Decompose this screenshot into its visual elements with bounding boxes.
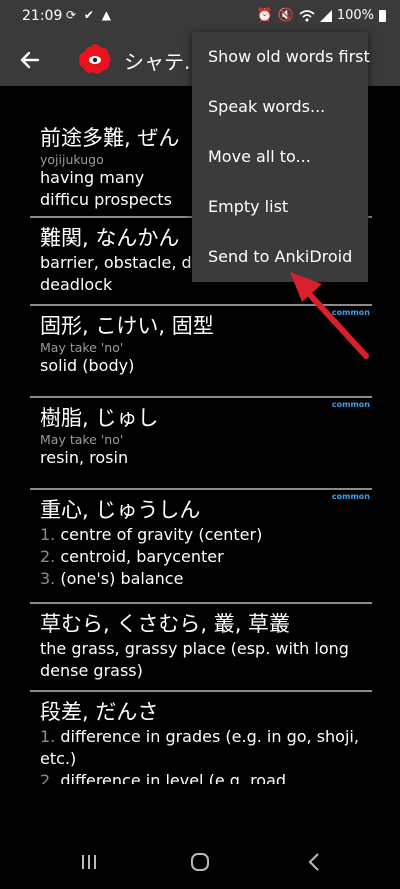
list-item[interactable]: common 固形, こけい, 固型 May take 'no' solid (… [30,306,372,398]
wifi-icon [299,9,315,21]
menu-item-speak-words[interactable]: Speak words... [192,82,368,132]
entry-headword: 重心, じゅうしん [40,498,201,522]
entry-gloss: resin, rosin [40,448,129,467]
app-logo-icon [79,44,111,74]
entry-sense: 1. difference in grades (e.g. in go, sho… [40,727,359,768]
entry-sense: 3. (one's) balance [40,569,184,588]
entry-sense: 2. centroid, barycenter [40,547,224,566]
entry-headword: 固形, こけい, 固型 [40,314,214,338]
entry-tag: May take 'no' [40,340,124,355]
entry-headword: 段差, だんさ [40,700,159,724]
common-badge: common [331,308,370,317]
status-right: ⏰ 🔇 100% [256,8,386,23]
notification-icons: ⟳ ✔ ▲ [66,8,113,22]
entry-sense: 2. difference in level (e.g. road [40,771,287,784]
battery-percent: 100% [336,8,374,23]
status-time: 21:09 [22,8,63,24]
back-arrow-icon[interactable] [16,46,44,74]
overflow-menu: Show old words first Speak words... Move… [192,32,370,282]
menu-item-send-to-ankidroid[interactable]: Send to AnkiDroid [192,232,368,282]
entry-headword: 草むら, くさむら, 叢, 草叢 [40,612,291,636]
alarm-icon: ⏰ [256,8,273,23]
status-bar: 21:09 ⟳ ✔ ▲ ⏰ 🔇 100% [0,0,400,34]
common-badge: common [331,492,370,501]
menu-item-empty-list[interactable]: Empty list [192,182,368,232]
mute-icon: 🔇 [277,8,294,23]
back-nav-icon[interactable] [306,852,322,872]
entry-sense: 1. centre of gravity (center) [40,525,263,544]
list-item[interactable]: 段差, だんさ 1. difference in grades (e.g. in… [30,692,372,784]
entry-headword: 樹脂, じゅし [40,406,159,430]
menu-item-move-all-to[interactable]: Move all to... [192,132,368,182]
battery-icon [379,9,386,22]
home-icon[interactable] [190,852,210,872]
entry-gloss: solid (body) [40,356,135,375]
navigation-bar [0,825,400,889]
entry-gloss: having many difficu prospects [40,168,173,209]
common-badge: common [331,400,370,409]
list-item[interactable]: common 重心, じゅうしん 1. centre of gravity (c… [30,490,372,604]
signal-icon [319,9,332,22]
app-title: シャテ... [124,50,194,74]
menu-item-show-old-words-first[interactable]: Show old words first [192,32,370,82]
recent-apps-icon[interactable] [80,853,98,871]
entry-gloss: the grass, grassy place (esp. with long … [40,639,349,680]
list-item[interactable]: 草むら, くさむら, 叢, 草叢 the grass, grassy place… [30,604,372,692]
list-item[interactable]: common 樹脂, じゅし May take 'no' resin, rosi… [30,398,372,490]
entry-tag: May take 'no' [40,432,124,447]
